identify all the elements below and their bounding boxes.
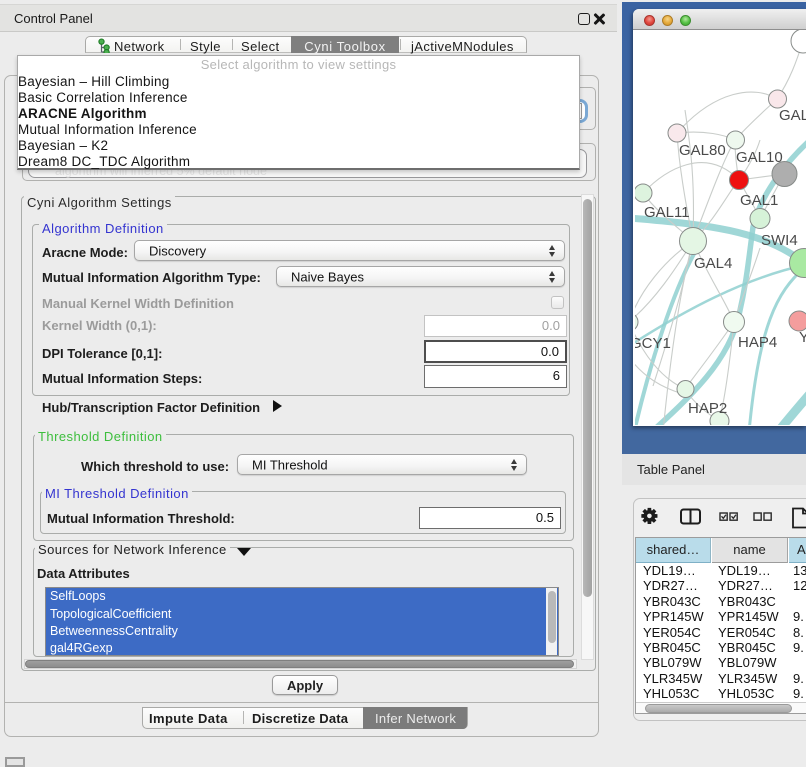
- svg-text:GAL10: GAL10: [736, 149, 783, 166]
- svg-text:GAL11: GAL11: [644, 204, 690, 221]
- svg-text:GAL7: GAL7: [779, 107, 806, 124]
- svg-text:Y: Y: [799, 329, 806, 346]
- svg-text:HAP4: HAP4: [738, 334, 777, 351]
- svg-text:GAL4: GAL4: [694, 255, 732, 272]
- svg-text:GAL1: GAL1: [740, 192, 778, 209]
- svg-text:GAL80: GAL80: [679, 142, 726, 159]
- svg-text:GCY1: GCY1: [635, 335, 671, 352]
- svg-text:HAP2: HAP2: [688, 400, 727, 417]
- svg-text:SWI4: SWI4: [761, 232, 798, 249]
